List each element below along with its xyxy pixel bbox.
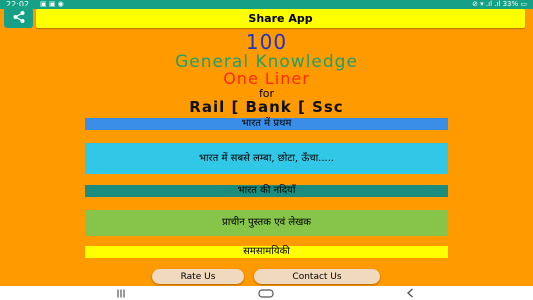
menu-button-label: भारत में प्रथम — [241, 118, 292, 129]
menu-button-label: प्राचीन पुस्तक एवं लेखक — [222, 217, 311, 228]
title-count: 100 — [245, 30, 288, 54]
share-app-label: Share App — [248, 12, 313, 25]
menu-button-sabse-lamba[interactable]: भारत में सबसे लम्बा, छोटा, ऊँचा..... — [85, 143, 448, 174]
nav-back-button[interactable] — [400, 288, 420, 298]
share-app-bar[interactable]: Share App — [36, 9, 525, 28]
status-bar: 22:02 ▣ ▣ ◉ ⊘ ▾ .ıl .ıl 33% ▭ — [0, 0, 533, 9]
share-icon — [13, 11, 24, 23]
title-type: One Liner — [223, 69, 310, 88]
share-button[interactable] — [4, 6, 33, 28]
nav-recents-button[interactable] — [111, 288, 131, 298]
recents-icon — [117, 289, 125, 297]
menu-button-label: भारत में सबसे लम्बा, छोटा, ऊँचा..... — [198, 152, 335, 164]
contact-us-button[interactable]: Contact Us — [254, 269, 380, 284]
status-indicators: ⊘ ▾ .ıl .ıl 33% ▭ — [472, 0, 527, 8]
menu-button-nadiyan[interactable]: भारत की नदियाँ — [85, 185, 448, 197]
menu-button-label: समसामयिकी — [243, 246, 290, 257]
home-icon — [258, 288, 274, 298]
menu-button-label: भारत की नदियाँ — [237, 185, 296, 196]
status-notifications: ▣ ▣ ◉ — [40, 0, 64, 8]
menu-button-bharat-me-pratham[interactable]: भारत में प्रथम — [85, 118, 448, 130]
menu-button-samsamayiki[interactable]: समसामयिकी — [85, 246, 448, 258]
rate-us-button[interactable]: Rate Us — [152, 269, 244, 284]
back-icon — [406, 288, 413, 298]
navigation-bar — [0, 286, 533, 300]
title-exams: Rail [ Bank [ Ssc — [189, 98, 344, 116]
nav-home-button[interactable] — [256, 288, 276, 298]
menu-button-pustak-lekhak[interactable]: प्राचीन पुस्तक एवं लेखक — [85, 210, 448, 236]
